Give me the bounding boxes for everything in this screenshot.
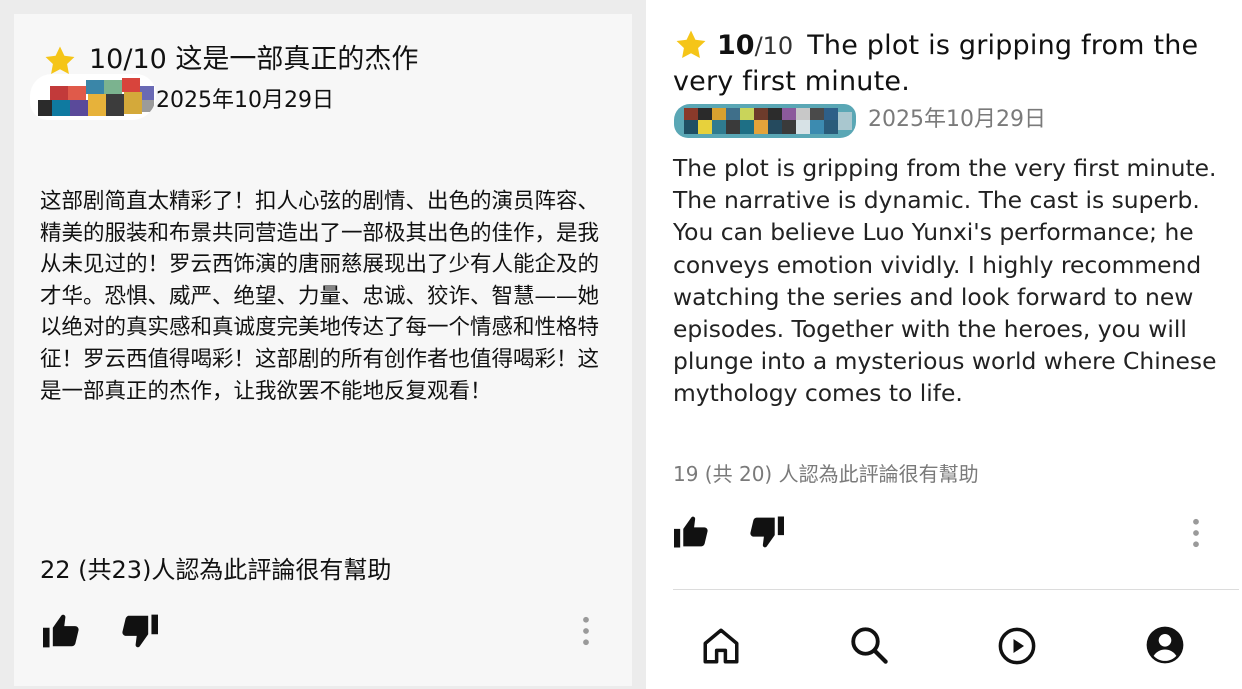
rating-score: 10/10 (89, 44, 167, 75)
divider (673, 589, 1239, 590)
search-icon[interactable] (848, 624, 890, 666)
more-vertical-icon[interactable] (1190, 518, 1202, 548)
avatar-username-redacted (30, 74, 156, 120)
review-heading: 10/10 The plot is gripping from the very … (673, 28, 1233, 100)
thumbs-up-icon[interactable] (672, 515, 710, 549)
helpful-count: 22 (共23)人認為此評論很有幫助 (40, 556, 392, 584)
helpful-count: 19 (共 20) 人認為此評論很有幫助 (673, 462, 979, 486)
more-vertical-icon[interactable] (580, 616, 592, 646)
review-date: 2025年10月29日 (868, 107, 1046, 132)
review-title: 这是一部真正的杰作 (175, 44, 419, 75)
thumbs-down-icon[interactable] (748, 515, 786, 549)
review-date: 2025年10月29日 (156, 88, 334, 113)
play-circle-icon[interactable] (996, 625, 1038, 667)
review-heading: 10/10 这是一部真正的杰作 (89, 44, 418, 76)
avatar-username-redacted (674, 104, 856, 138)
star-icon (43, 44, 77, 78)
thumbs-up-icon[interactable] (41, 613, 81, 649)
rating-outof: /10 (754, 32, 794, 60)
profile-icon[interactable] (1144, 624, 1186, 666)
home-icon[interactable] (700, 625, 742, 667)
review-body: The plot is gripping from the very first… (673, 154, 1217, 408)
rating-score: 10 (717, 30, 755, 61)
thumbs-down-icon[interactable] (120, 613, 160, 649)
review-body: 这部剧简直太精彩了！扣人心弦的剧情、出色的演员阵容、精美的服装和布景共同营造出了… (40, 189, 600, 404)
